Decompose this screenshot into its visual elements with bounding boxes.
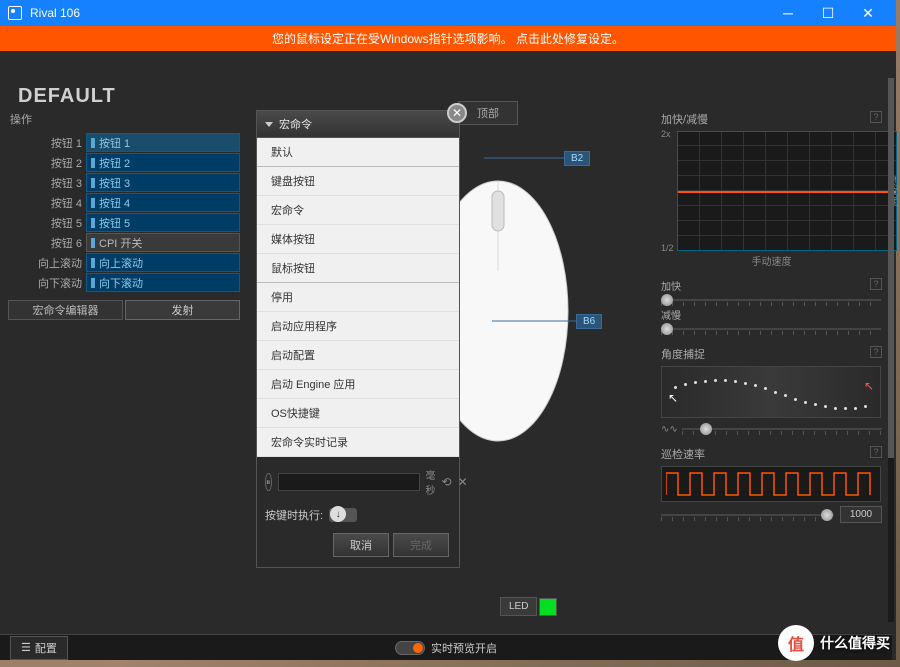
bind-label: 向上滚动 (8, 253, 86, 272)
right-panel: 加快/减慢 ? 2x 1/2 灵敏度 手动速度 加快 ? 减慢 (651, 51, 896, 634)
pause-icon[interactable]: ⏸ (265, 473, 272, 491)
delay-input[interactable] (278, 473, 420, 491)
chevron-down-icon (265, 122, 273, 127)
dropdown-item[interactable]: 键盘按钮 (257, 167, 459, 196)
slow-slider[interactable] (661, 322, 881, 336)
bottom-bar: ☰ 配置 实时预览开启 (0, 634, 892, 660)
exec-label: 按键时执行: (265, 507, 323, 523)
cancel-button[interactable]: 取消 (333, 533, 389, 557)
bind-label: 按钮 6 (8, 233, 86, 252)
dropdown-item[interactable]: 启动配置 (257, 341, 459, 370)
clear-icon[interactable]: ✕ (458, 475, 468, 489)
dropdown-header[interactable]: 宏命令 (257, 111, 459, 138)
bind-value-4[interactable]: 按钮 4 (86, 193, 240, 212)
watermark-icon: 值 (778, 625, 814, 661)
left-panel: 操作 按钮 1按钮 1 按钮 2按钮 2 按钮 3按钮 3 按钮 4按钮 4 按… (0, 51, 248, 634)
macro-dropdown: ✕ 宏命令 默认键盘按钮宏命令媒体按钮鼠标按钮停用启动应用程序启动配置启动 En… (256, 110, 460, 568)
led-label: LED (500, 597, 537, 616)
poll-section-title: 巡检速率 (661, 446, 882, 462)
watermark: 值 什么值得买 (778, 625, 890, 661)
button-tag-b2[interactable]: B2 (564, 151, 590, 166)
loop-icon[interactable]: ⟲ (442, 475, 452, 489)
led-color-picker[interactable] (539, 598, 557, 616)
window-title: Rival 106 (30, 6, 768, 20)
bind-value-1[interactable]: 按钮 1 (86, 133, 240, 152)
dropdown-item[interactable]: 默认 (257, 138, 459, 167)
list-icon: ☰ (21, 641, 31, 654)
angle-slider[interactable] (682, 422, 882, 436)
preview-toggle[interactable] (395, 641, 425, 655)
dropdown-item[interactable]: 宏命令 (257, 196, 459, 225)
watermark-text: 什么值得买 (820, 633, 890, 653)
titlebar: Rival 106 ─ ☐ ✕ (0, 0, 896, 26)
y-tick: 2x (661, 129, 671, 139)
help-icon[interactable]: ? (870, 446, 882, 458)
bind-value-3[interactable]: 按钮 3 (86, 173, 240, 192)
help-icon[interactable]: ? (870, 346, 882, 358)
exec-toggle[interactable] (329, 508, 357, 522)
top-tab[interactable]: 顶部 (458, 101, 518, 125)
bind-label: 按钮 2 (8, 153, 86, 172)
dropdown-item[interactable]: 停用 (257, 283, 459, 312)
button-tag-b6[interactable]: B6 (576, 314, 602, 329)
bind-label: 按钮 3 (8, 173, 86, 192)
sensitivity-graph[interactable] (677, 131, 897, 251)
close-button[interactable]: ✕ (848, 0, 888, 26)
operations-label: 操作 (8, 111, 240, 127)
bind-label: 按钮 4 (8, 193, 86, 212)
bind-value-scrolldown[interactable]: 向下滚动 (86, 273, 240, 292)
bind-label: 按钮 1 (8, 133, 86, 152)
profile-name: DEFAULT (18, 85, 116, 108)
fast-slider[interactable] (661, 293, 881, 307)
dropdown-header-text: 宏命令 (279, 116, 312, 132)
y-tick: 1/2 (661, 243, 674, 253)
ms-label: 毫秒 (426, 467, 436, 497)
angle-graph: ↖ ↖ (661, 366, 881, 418)
dropdown-item[interactable]: OS快捷键 (257, 399, 459, 428)
preview-label: 实时预览开启 (431, 640, 497, 656)
macro-editor-button[interactable]: 宏命令编辑器 (8, 300, 123, 320)
done-button[interactable]: 完成 (393, 533, 449, 557)
slow-label: 减慢 (661, 307, 882, 322)
help-icon[interactable]: ? (870, 111, 882, 123)
dropdown-close-button[interactable]: ✕ (447, 103, 467, 123)
maximize-button[interactable]: ☐ (808, 0, 848, 26)
warning-text: 您的鼠标设定正在受Windows指针选项影响。 点击此处修复设定。 (272, 30, 624, 47)
bind-value-2[interactable]: 按钮 2 (86, 153, 240, 172)
app-icon (8, 6, 22, 20)
bind-value-scrollup[interactable]: 向上滚动 (86, 253, 240, 272)
angle-section-title: 角度捕捉 (661, 346, 882, 362)
poll-value[interactable]: 1000 (840, 506, 882, 523)
bind-label: 按钮 5 (8, 213, 86, 232)
help-icon[interactable]: ? (870, 278, 882, 290)
dropdown-item[interactable]: 宏命令实时记录 (257, 428, 459, 457)
poll-graph (661, 466, 881, 502)
dropdown-item[interactable]: 启动应用程序 (257, 312, 459, 341)
scrollbar[interactable] (888, 78, 894, 622)
accel-section-title: 加快/减慢 (661, 111, 882, 127)
minimize-button[interactable]: ─ (768, 0, 808, 26)
bind-value-6[interactable]: CPI 开关 (86, 233, 240, 252)
warning-banner[interactable]: 您的鼠标设定正在受Windows指针选项影响。 点击此处修复设定。 (0, 26, 896, 51)
dropdown-item[interactable]: 媒体按钮 (257, 225, 459, 254)
x-axis-label: 手动速度 (661, 253, 882, 268)
dropdown-item[interactable]: 启动 Engine 应用 (257, 370, 459, 399)
fast-label: 加快 (661, 278, 882, 293)
fire-button[interactable]: 发射 (125, 300, 240, 320)
poll-slider[interactable] (661, 508, 834, 522)
bind-label: 向下滚动 (8, 273, 86, 292)
wave-icon: ∿∿ (661, 424, 678, 435)
config-button[interactable]: ☰ 配置 (10, 636, 68, 660)
dropdown-item[interactable]: 鼠标按钮 (257, 254, 459, 283)
bind-value-5[interactable]: 按钮 5 (86, 213, 240, 232)
